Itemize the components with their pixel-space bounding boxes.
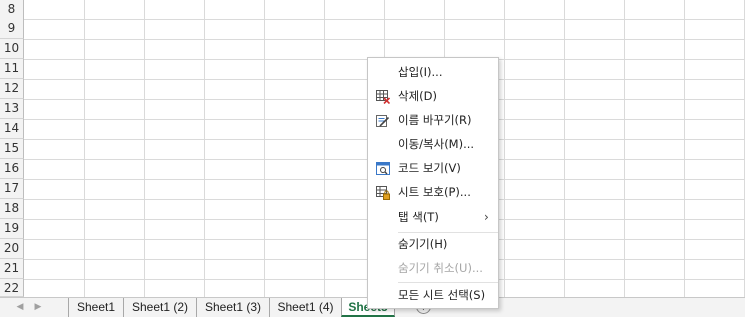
row-header[interactable]: 16 [0, 159, 24, 179]
row-gridline [24, 39, 745, 40]
menu-item-label: 시트 보호(P)... [398, 185, 471, 199]
sheet-tab[interactable]: Sheet1 (3) [196, 298, 269, 317]
menu-item-tab-color[interactable]: 탭 색(T) › [368, 206, 498, 228]
row-header[interactable]: 8 [0, 0, 24, 20]
column-gridline [84, 0, 85, 297]
menu-item-label: 이동/복사(M)... [398, 137, 475, 151]
menu-item-select-all-sheets[interactable]: 모든 시트 선택(S) [368, 284, 498, 306]
column-gridline [684, 0, 685, 297]
chevron-right-icon: › [484, 210, 489, 224]
column-gridline [324, 0, 325, 297]
row-header[interactable]: 19 [0, 219, 24, 239]
menu-item-label: 모든 시트 선택(S) [398, 288, 486, 302]
row-header[interactable]: 13 [0, 99, 24, 119]
column-gridline [624, 0, 625, 297]
row-header[interactable]: 18 [0, 199, 24, 219]
sheet-tab[interactable]: Sheet1 [68, 298, 123, 317]
menu-item-label: 숨기기(H) [398, 237, 448, 251]
menu-item-protect-sheet[interactable]: 시트 보호(P)... [368, 181, 498, 203]
row-header[interactable]: 17 [0, 179, 24, 199]
menu-item-label: 삭제(D) [398, 89, 437, 103]
column-gridline [564, 0, 565, 297]
protect-sheet-icon [376, 185, 390, 200]
row-header[interactable]: 22 [0, 279, 24, 297]
view-code-icon [376, 161, 390, 175]
column-gridline [504, 0, 505, 297]
menu-item-unhide: 숨기기 취소(U)... [368, 257, 498, 279]
column-gridline [144, 0, 145, 297]
row-header[interactable]: 21 [0, 259, 24, 279]
delete-sheet-icon [376, 89, 391, 105]
row-header[interactable]: 10 [0, 39, 24, 59]
column-gridline [264, 0, 265, 297]
menu-item-label: 코드 보기(V) [398, 161, 461, 175]
menu-item-move-copy[interactable]: 이동/복사(M)... [368, 133, 498, 155]
menu-item-insert[interactable]: 삽입(I)... [368, 61, 498, 83]
menu-item-hide[interactable]: 숨기기(H) [368, 233, 498, 255]
row-header[interactable]: 12 [0, 79, 24, 99]
menu-item-label: 숨기기 취소(U)... [398, 261, 483, 275]
sheet-tab[interactable]: Sheet1 (4) [269, 298, 341, 317]
menu-item-delete[interactable]: 삭제(D) [368, 85, 498, 107]
row-header[interactable]: 14 [0, 119, 24, 139]
sheet-tab[interactable]: Sheet1 (2) [123, 298, 196, 317]
menu-item-view-code[interactable]: 코드 보기(V) [368, 157, 498, 179]
row-header[interactable]: 15 [0, 139, 24, 159]
scroll-tabs-right-button[interactable]: ▶ [32, 300, 44, 314]
menu-item-rename[interactable]: 이름 바꾸기(R) [368, 109, 498, 131]
scroll-tabs-left-button[interactable]: ◀ [14, 300, 26, 314]
menu-item-label: 이름 바꾸기(R) [398, 113, 472, 127]
sheet-context-menu: 삽입(I)... 삭제(D) 이름 바꾸기(R) 이동/복사(M)... 코드 … [367, 57, 499, 309]
rename-icon [376, 113, 390, 127]
row-gridline [24, 19, 745, 20]
row-header[interactable]: 20 [0, 239, 24, 259]
menu-item-label: 삽입(I)... [398, 65, 443, 79]
menu-item-label: 탭 색(T) [398, 210, 439, 224]
row-header[interactable]: 9 [0, 19, 24, 39]
column-gridline [204, 0, 205, 297]
row-header[interactable]: 11 [0, 59, 24, 79]
menu-separator [398, 282, 498, 283]
